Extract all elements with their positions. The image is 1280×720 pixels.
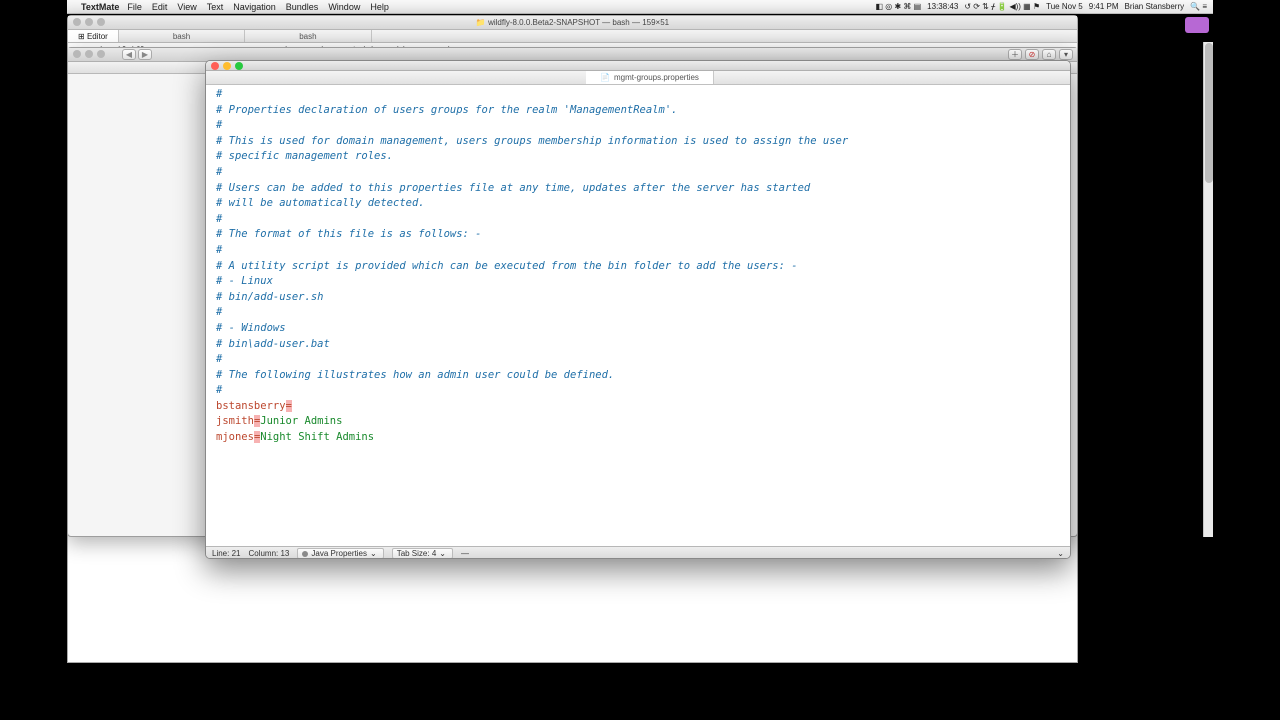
menu-text[interactable]: Text <box>207 2 224 12</box>
editor-content[interactable]: ## Properties declaration of users group… <box>206 85 1070 546</box>
dot-icon <box>302 551 308 557</box>
menu-icon[interactable]: ▾ <box>1059 49 1073 60</box>
property-line: mjones=Night Shift Admins <box>216 430 1060 446</box>
comment-line: # <box>216 212 1060 228</box>
close-icon[interactable] <box>73 18 81 26</box>
comment-line: # The following illustrates how an admin… <box>216 368 1060 384</box>
spotlight-icon[interactable]: 🔍 ≡ <box>1190 2 1207 11</box>
home-icon[interactable]: ⌂ <box>1042 49 1056 60</box>
status-icon: ◧ ◎ ✱ ⌘ ▤ <box>875 2 921 11</box>
comment-line: # bin\add-user.bat <box>216 337 1060 353</box>
comment-line: # A utility script is provided which can… <box>216 259 1060 275</box>
new-tab-icon[interactable]: ＋ <box>1008 49 1022 60</box>
menubar-status-area: ◧ ◎ ✱ ⌘ ▤ 13:38:43 ↺ ⟳ ⇅ ᚋ 🔋 ◀)) ▦ ⚑ Tue… <box>875 2 1207 11</box>
menu-file[interactable]: File <box>127 2 142 12</box>
date: Tue Nov 5 <box>1046 2 1083 11</box>
terminal-title: 📁 wildfly-8.0.0.Beta2-SNAPSHOT — bash — … <box>476 18 669 27</box>
app-badge-icon <box>1185 17 1209 33</box>
cursor-line: Line: 21 <box>212 549 240 558</box>
comment-line: # Properties declaration of users groups… <box>216 103 1060 119</box>
zoom-icon[interactable] <box>97 18 105 26</box>
editor-window: mgmt-groups.properties ## Properties dec… <box>205 60 1071 559</box>
zoom-icon[interactable] <box>235 62 243 70</box>
comment-line: # <box>216 352 1060 368</box>
comment-line: # This is used for domain management, us… <box>216 134 1060 150</box>
comment-line: # The format of this file is as follows:… <box>216 227 1060 243</box>
menu-navigation[interactable]: Navigation <box>233 2 276 12</box>
property-key: mjones <box>216 431 254 443</box>
property-key: jsmith <box>216 415 254 427</box>
back-icon[interactable]: ◀ <box>122 49 136 60</box>
property-value: Junior Admins <box>260 415 342 427</box>
comment-line: # specific management roles. <box>216 149 1060 165</box>
terminal-tab[interactable]: bash <box>119 30 245 42</box>
menu-view[interactable]: View <box>177 2 196 12</box>
close-icon[interactable] <box>211 62 219 70</box>
property-key: bstansberry <box>216 400 286 412</box>
status-icon: ↺ ⟳ ⇅ ᚋ 🔋 ◀)) ▦ ⚑ <box>964 2 1040 11</box>
close-icon[interactable] <box>73 50 81 58</box>
property-value: Night Shift Admins <box>260 431 374 443</box>
comment-line: # <box>216 87 1060 103</box>
scrollbar[interactable] <box>1203 42 1213 537</box>
comment-line: # <box>216 305 1060 321</box>
drawer-tab[interactable]: ⊞ Editor <box>68 30 119 42</box>
comment-line: # - Windows <box>216 321 1060 337</box>
stop-icon[interactable]: ⊘ <box>1025 49 1039 60</box>
background-app <box>1179 15 1213 41</box>
comment-line: # <box>216 118 1060 134</box>
comment-line: # - Linux <box>216 274 1060 290</box>
minimize-icon[interactable] <box>223 62 231 70</box>
menu-window[interactable]: Window <box>328 2 360 12</box>
property-line: bstansberry= <box>216 399 1060 415</box>
clock-24h: 13:38:43 <box>927 2 958 11</box>
window-controls[interactable] <box>73 50 105 58</box>
equals-icon: = <box>286 400 292 412</box>
nav-buttons: ◀ ▶ <box>122 49 152 60</box>
comment-line: # <box>216 243 1060 259</box>
menu-edit[interactable]: Edit <box>152 2 168 12</box>
symbol-selector[interactable]: ⌄ <box>1057 549 1064 558</box>
menu-bundles[interactable]: Bundles <box>286 2 319 12</box>
comment-line: # <box>216 383 1060 399</box>
clock-12h: 9:41 PM <box>1089 2 1119 11</box>
minimize-icon[interactable] <box>85 18 93 26</box>
editor-status-bar: Line: 21 Column: 13 Java Properties ⌄ Ta… <box>206 546 1070 559</box>
comment-line: # Users can be added to this properties … <box>216 181 1060 197</box>
terminal-tab[interactable]: bash <box>245 30 371 42</box>
cursor-column: Column: 13 <box>248 549 289 558</box>
user-name[interactable]: Brian Stansberry <box>1125 2 1185 11</box>
property-line: jsmith=Junior Admins <box>216 414 1060 430</box>
window-controls[interactable] <box>211 62 243 70</box>
editor-tab-active[interactable]: mgmt-groups.properties <box>586 71 714 84</box>
comment-line: # bin/add-user.sh <box>216 290 1060 306</box>
mac-menubar: TextMate File Edit View Text Navigation … <box>67 0 1213 14</box>
minimize-icon[interactable] <box>85 50 93 58</box>
forward-icon[interactable]: ▶ <box>138 49 152 60</box>
comment-line: # <box>216 165 1060 181</box>
tab-size-selector[interactable]: Tab Size: 4 ⌄ <box>392 548 453 559</box>
toolbar-right: ＋ ⊘ ⌂ ▾ <box>1008 49 1073 60</box>
terminal-tab-bar: ⊞ Editor bash bash <box>68 30 1077 43</box>
menu-help[interactable]: Help <box>370 2 389 12</box>
terminal-titlebar[interactable]: 📁 wildfly-8.0.0.Beta2-SNAPSHOT — bash — … <box>68 16 1077 30</box>
language-selector[interactable]: Java Properties ⌄ <box>297 548 383 559</box>
zoom-icon[interactable] <box>97 50 105 58</box>
editor-titlebar[interactable] <box>206 61 1070 71</box>
editor-tab-bar: mgmt-groups.properties <box>206 71 1070 85</box>
app-name[interactable]: TextMate <box>81 2 119 12</box>
window-controls[interactable] <box>73 18 105 26</box>
comment-line: # will be automatically detected. <box>216 196 1060 212</box>
